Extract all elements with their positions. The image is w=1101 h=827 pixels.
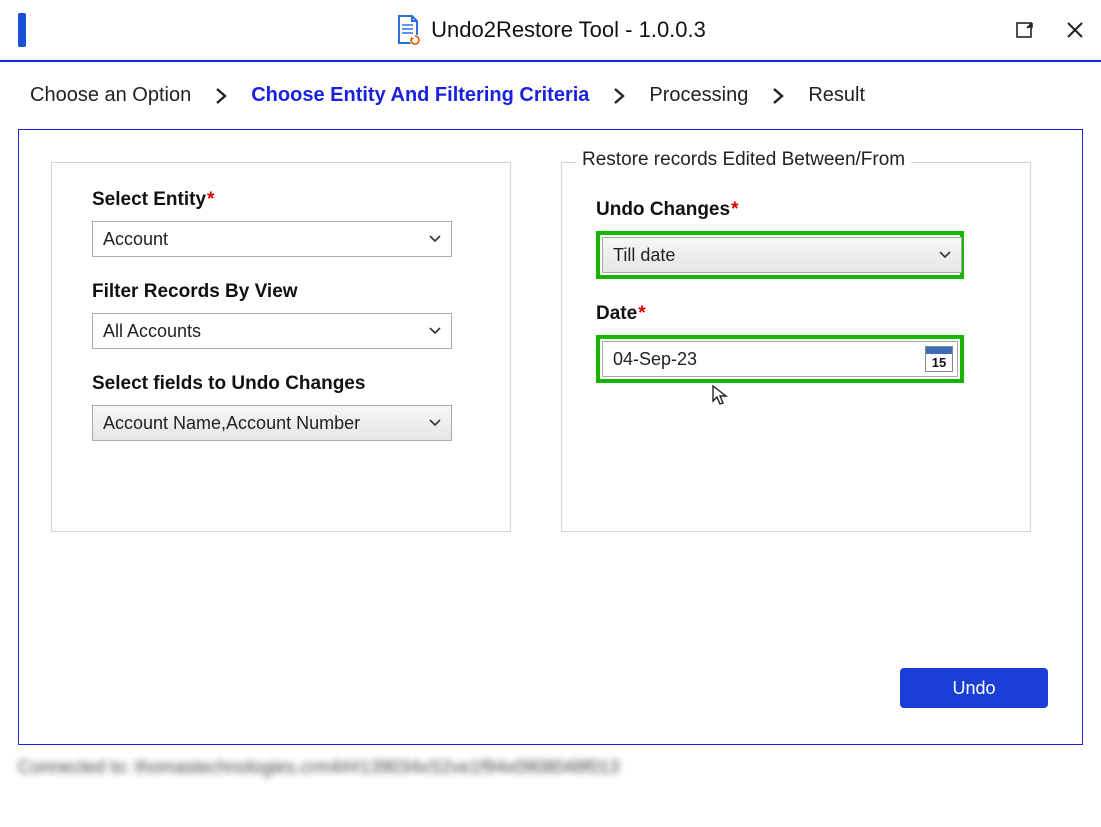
undo-changes-label: Undo Changes* bbox=[596, 199, 996, 221]
chevron-down-icon bbox=[429, 235, 441, 243]
window-title: Undo2Restore Tool - 1.0.0.3 bbox=[431, 17, 706, 43]
date-input[interactable]: 04-Sep-23 15 bbox=[602, 341, 958, 377]
calendar-icon[interactable]: 15 bbox=[925, 346, 953, 372]
app-bar-icon bbox=[18, 13, 26, 47]
document-restore-icon bbox=[395, 15, 421, 45]
restore-window-button[interactable] bbox=[1013, 18, 1037, 42]
select-fields-label: Select fields to Undo Changes bbox=[92, 373, 470, 395]
date-value: 04-Sep-23 bbox=[613, 349, 697, 370]
close-window-button[interactable] bbox=[1063, 18, 1087, 42]
app-logo-left bbox=[0, 13, 26, 47]
main-panel: Select Entity* Account Filter Records By… bbox=[18, 129, 1083, 745]
chevron-right-icon bbox=[613, 87, 625, 105]
filter-view-dropdown[interactable]: All Accounts bbox=[92, 313, 452, 349]
required-asterisk: * bbox=[207, 189, 214, 210]
entity-filter-panel: Select Entity* Account Filter Records By… bbox=[51, 162, 511, 532]
required-asterisk: * bbox=[638, 303, 645, 324]
select-entity-dropdown[interactable]: Account bbox=[92, 221, 452, 257]
restore-range-legend: Restore records Edited Between/From bbox=[576, 149, 911, 171]
highlight-date: 04-Sep-23 15 bbox=[596, 335, 964, 383]
chevron-right-icon bbox=[215, 87, 227, 105]
select-fields-value: Account Name,Account Number bbox=[103, 413, 360, 434]
chevron-down-icon bbox=[429, 419, 441, 427]
select-fields-dropdown[interactable]: Account Name,Account Number bbox=[92, 405, 452, 441]
select-entity-label: Select Entity* bbox=[92, 189, 470, 211]
restore-range-panel: Restore records Edited Between/From Undo… bbox=[561, 162, 1031, 532]
breadcrumb-step-choose-option[interactable]: Choose an Option bbox=[30, 84, 191, 107]
highlight-undo-changes: Till date bbox=[596, 231, 964, 279]
breadcrumb-step-choose-entity[interactable]: Choose Entity And Filtering Criteria bbox=[251, 84, 589, 107]
breadcrumb-step-result[interactable]: Result bbox=[808, 84, 865, 107]
wizard-breadcrumb: Choose an Option Choose Entity And Filte… bbox=[0, 62, 1101, 129]
date-label-text: Date bbox=[596, 303, 637, 324]
title-bar: Undo2Restore Tool - 1.0.0.3 bbox=[0, 0, 1101, 62]
undo-changes-label-text: Undo Changes bbox=[596, 199, 730, 220]
chevron-down-icon bbox=[939, 251, 951, 259]
required-asterisk: * bbox=[731, 199, 738, 220]
date-label: Date* bbox=[596, 303, 996, 325]
filter-view-label: Filter Records By View bbox=[92, 281, 470, 303]
status-bar: Connected to: thomastechnologies.crm4##1… bbox=[18, 757, 1083, 778]
breadcrumb-step-processing[interactable]: Processing bbox=[649, 84, 748, 107]
chevron-down-icon bbox=[429, 327, 441, 335]
chevron-right-icon bbox=[772, 87, 784, 105]
select-entity-value: Account bbox=[103, 229, 168, 250]
undo-button[interactable]: Undo bbox=[900, 668, 1048, 708]
undo-changes-value: Till date bbox=[613, 245, 675, 266]
filter-view-value: All Accounts bbox=[103, 321, 201, 342]
select-entity-label-text: Select Entity bbox=[92, 189, 206, 210]
undo-changes-dropdown[interactable]: Till date bbox=[602, 237, 962, 273]
